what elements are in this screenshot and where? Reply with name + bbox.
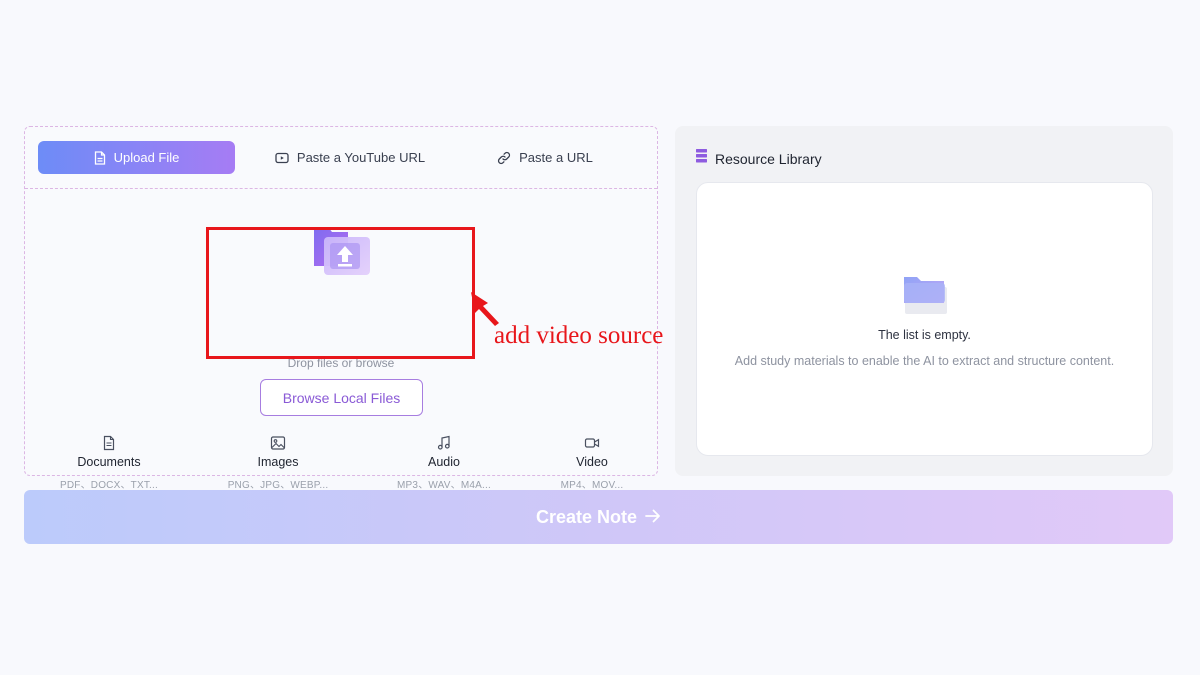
arrow-right-icon bbox=[645, 507, 661, 528]
resource-library-panel: Resource Library The list is empty. Add … bbox=[675, 126, 1173, 476]
filetype-name: Images bbox=[257, 455, 299, 469]
create-note-button[interactable]: Create Note bbox=[24, 490, 1173, 544]
filetype-extensions: PNG、JPG、WEBP... bbox=[227, 480, 329, 491]
empty-state-subtitle: Add study materials to enable the AI to … bbox=[734, 354, 1115, 368]
filetype-name: Video bbox=[576, 455, 608, 469]
filetype-extensions: MP3、WAV、M4A... bbox=[397, 480, 491, 491]
tab-label: Paste a URL bbox=[519, 150, 593, 165]
filetype-audio: Audio MP3、WAV、M4A... bbox=[379, 435, 509, 491]
filetype-extensions: PDF、DOCX、TXT... bbox=[59, 480, 158, 491]
create-note-label: Create Note bbox=[535, 506, 638, 527]
document-icon bbox=[101, 435, 117, 451]
folder-icon bbox=[903, 273, 949, 315]
annotation-highlight-box bbox=[206, 227, 475, 359]
source-tabs: Upload File Paste a YouTube URL Paste a … bbox=[25, 127, 657, 189]
filetype-documents: Documents PDF、DOCX、TXT... bbox=[44, 435, 174, 491]
browse-local-files-button[interactable]: Browse Local Files bbox=[260, 379, 423, 416]
tab-youtube-url[interactable]: Paste a YouTube URL bbox=[255, 141, 445, 174]
video-icon bbox=[584, 435, 600, 451]
link-icon bbox=[497, 151, 511, 165]
tab-label: Paste a YouTube URL bbox=[296, 150, 426, 165]
library-title: Resource Library bbox=[715, 150, 822, 167]
filetype-extensions: MP4、MOV... bbox=[560, 480, 624, 491]
filetype-video: Video MP4、MOV... bbox=[527, 435, 657, 491]
filetype-name: Documents bbox=[77, 455, 141, 469]
library-icon bbox=[696, 149, 707, 168]
empty-state-title: The list is empty. bbox=[878, 328, 971, 342]
annotation-label: add video source bbox=[494, 322, 664, 349]
file-icon bbox=[94, 150, 106, 165]
tab-url[interactable]: Paste a URL bbox=[475, 141, 615, 174]
youtube-icon bbox=[275, 152, 289, 164]
app-page: Upload File Paste a YouTube URL Paste a … bbox=[0, 0, 1200, 675]
filetype-name: Audio bbox=[428, 455, 460, 469]
tab-upload-file[interactable]: Upload File bbox=[38, 141, 235, 174]
supported-file-types: Documents PDF、DOCX、TXT... Images PNG、JPG… bbox=[25, 435, 657, 495]
tab-label: Upload File bbox=[113, 150, 180, 165]
filetype-images: Images PNG、JPG、WEBP... bbox=[213, 435, 343, 491]
image-icon bbox=[270, 435, 286, 451]
library-list: The list is empty. Add study materials t… bbox=[696, 182, 1153, 456]
music-icon bbox=[436, 435, 452, 451]
library-header: Resource Library bbox=[696, 149, 822, 168]
